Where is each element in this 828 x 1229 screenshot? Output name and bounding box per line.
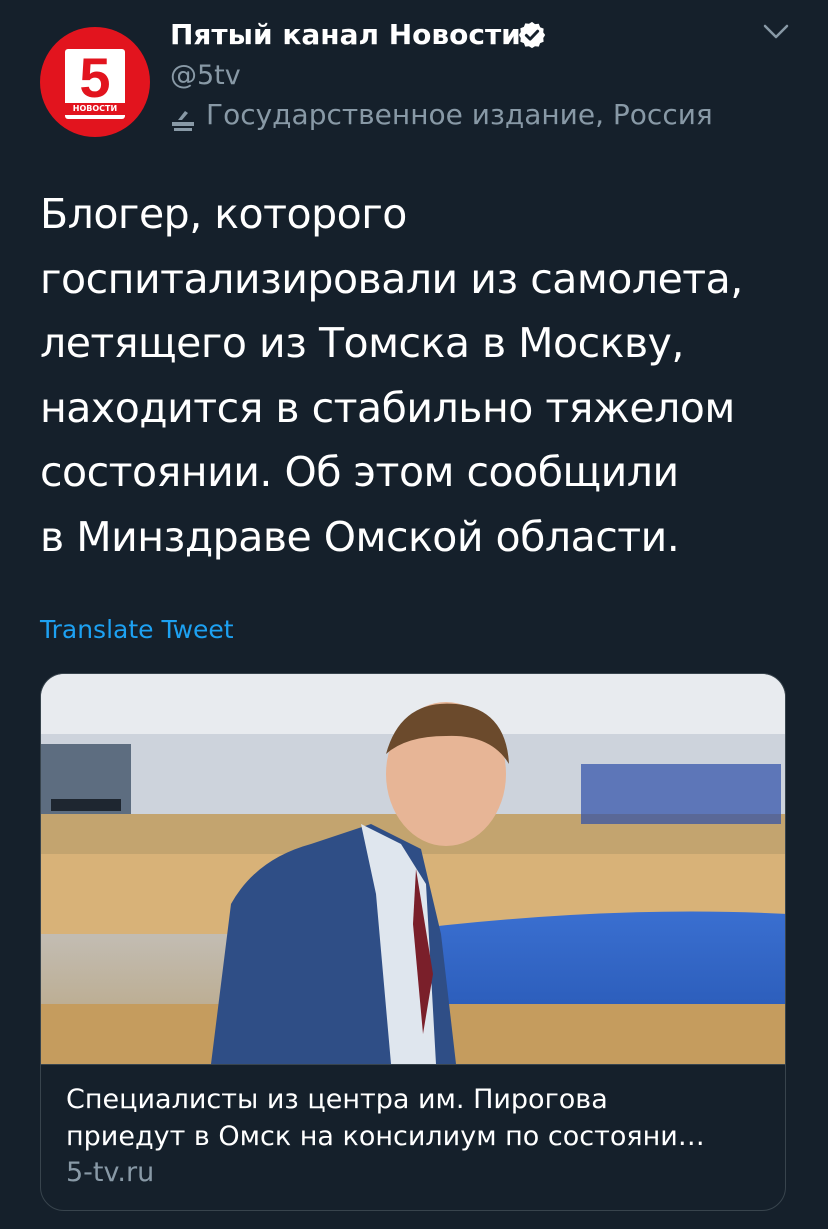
tweet-line: состоянии. Об этом сообщили	[40, 448, 679, 496]
card-title-line: Специалисты из центра им. Пирогова	[66, 1084, 608, 1115]
card-domain: 5-tv.ru	[66, 1157, 155, 1188]
account-avatar[interactable]: 5 НОВОСТИ	[40, 27, 150, 137]
logo-caption: НОВОСТИ	[65, 103, 125, 115]
tweet-line: Блогер, которого	[40, 190, 407, 238]
chevron-down-icon[interactable]	[762, 22, 790, 42]
card-title-line: приедут в Омск на консилиум по состояни…	[66, 1121, 705, 1152]
link-preview-card[interactable]: Специалисты из центра им. Пирогова приед…	[40, 673, 786, 1211]
card-title: Специалисты из центра им. Пирогова приед…	[66, 1081, 766, 1155]
tweet-line: в Минздраве Омской области.	[40, 512, 680, 561]
tweet-text: Блогер, которого госпитализировали из са…	[40, 182, 780, 569]
account-name[interactable]: Пятый канал Новости	[170, 18, 521, 51]
translate-tweet-link[interactable]: Translate Tweet	[40, 615, 234, 644]
card-image[interactable]	[41, 674, 786, 1064]
verified-badge-icon	[518, 21, 546, 49]
account-handle[interactable]: @5tv	[170, 60, 241, 91]
ballot-box-icon	[172, 111, 194, 131]
tweet-line: летящего из Томска в Москву,	[40, 319, 684, 367]
tweet-line: госпитализировали из самолета,	[40, 254, 743, 303]
card-body[interactable]: Специалисты из центра им. Пирогова приед…	[41, 1064, 785, 1210]
state-media-label-text: Государственное издание, Россия	[206, 98, 713, 131]
tweet-line: находится в стабильно тяжелом	[40, 383, 735, 432]
